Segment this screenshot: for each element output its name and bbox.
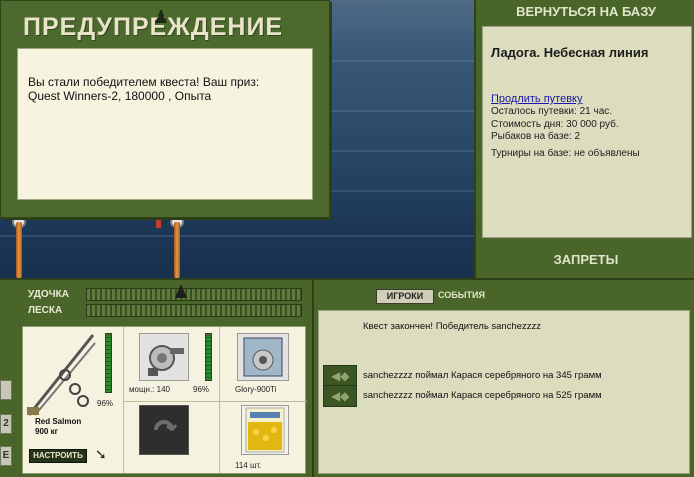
tension-pointer-icon bbox=[175, 284, 187, 298]
rod-tension-meter bbox=[86, 288, 302, 301]
event-text: sanchezzzz поймал Карася серебряного на … bbox=[363, 390, 602, 401]
bait-icon[interactable] bbox=[241, 405, 289, 455]
quest-finished-message: Квест закончен! Победитель sanchezzzz bbox=[363, 321, 542, 332]
list-item: ◀◆ sanchezzzz поймал Карася серебряного … bbox=[323, 365, 683, 388]
base-info-box: Ладога. Небесная линия Продлить путевку … bbox=[482, 26, 692, 238]
base-name: Ладога. Небесная линия bbox=[491, 45, 649, 60]
rod-left[interactable] bbox=[16, 222, 22, 278]
bait-count: 114 шт. bbox=[235, 461, 262, 470]
dialog-message-line2: Quest Winners-2, 180000 , Опыта bbox=[28, 89, 212, 103]
rod-name: Red Salmon bbox=[35, 417, 82, 426]
tune-button[interactable]: НАСТРОИТЬ bbox=[29, 449, 87, 463]
fish-icon: ◀◆ bbox=[323, 385, 357, 407]
rod-durability: 96% bbox=[97, 399, 114, 408]
events-list: Квест закончен! Победитель sanchezzzz ◀◆… bbox=[318, 310, 690, 474]
tackle-grid: 96% Red Salmon 900 кг НАСТРОИТЬ ➘ мощн.:… bbox=[22, 326, 307, 474]
permit-time-left: Осталось путевки: 21 час. bbox=[491, 106, 613, 117]
hook-icon[interactable] bbox=[139, 405, 189, 455]
rod-weight: 900 кг bbox=[35, 427, 58, 436]
rod-tension-label: УДОЧКА bbox=[28, 289, 69, 300]
reel-durability: 96% bbox=[193, 385, 210, 394]
edge-tab-2[interactable]: 2 bbox=[0, 414, 12, 434]
reel-icon[interactable] bbox=[139, 333, 189, 381]
warning-dialog: ПРЕДУПРЕЖДЕНИЕ ♟ Вы стали победителем кв… bbox=[0, 0, 330, 218]
fishing-rod-icon[interactable] bbox=[25, 331, 97, 417]
fish-icon: ◀◆ bbox=[323, 365, 357, 387]
tournaments-status: Турниры на базе: не объявлены bbox=[491, 147, 640, 159]
reel-power: мощн.: 140 bbox=[129, 385, 170, 394]
tackle-panel: 2 Е УДОЧКА ЛЕСКА 96% Red Salmon 900 кг Н… bbox=[0, 278, 312, 477]
rod-durability-bar bbox=[105, 333, 112, 393]
extend-permit-link[interactable]: Продлить путевку bbox=[491, 93, 683, 105]
base-info-panel: ВЕРНУТЬСЯ НА БАЗУ Ладога. Небесная линия… bbox=[474, 0, 694, 278]
arrow-icon[interactable]: ➘ bbox=[95, 447, 107, 463]
line-tension-meter bbox=[86, 304, 302, 317]
line-name: Glory-900Ti bbox=[235, 385, 277, 394]
anglers-count: Рыбаков на базе: 2 bbox=[491, 131, 581, 142]
event-text: sanchezzzz поймал Карася серебряного на … bbox=[363, 370, 602, 381]
day-cost: Стоимость дня: 30 000 руб. bbox=[491, 118, 619, 130]
wave bbox=[0, 235, 474, 237]
edge-tab[interactable] bbox=[0, 380, 12, 400]
tab-players[interactable]: ИГРОКИ bbox=[376, 289, 434, 304]
rod-marker bbox=[156, 220, 161, 228]
tab-events[interactable]: СОБЫТИЯ bbox=[438, 290, 485, 300]
list-item: ◀◆ sanchezzzz поймал Карася серебряного … bbox=[323, 385, 683, 408]
edge-tab-e[interactable]: Е bbox=[0, 446, 12, 466]
back-to-base-button[interactable]: ВЕРНУТЬСЯ НА БАЗУ bbox=[476, 2, 694, 22]
events-panel: ИГРОКИ СОБЫТИЯ Квест закончен! Победител… bbox=[312, 278, 694, 477]
bans-button[interactable]: ЗАПРЕТЫ bbox=[476, 250, 694, 270]
rod-right[interactable] bbox=[174, 222, 180, 278]
dialog-message: Вы стали победителем квеста! Ваш приз: Q… bbox=[17, 48, 313, 200]
dialog-message-line1: Вы стали победителем квеста! Ваш приз: bbox=[28, 75, 260, 89]
reel-durability-bar bbox=[205, 333, 212, 381]
line-tension-label: ЛЕСКА bbox=[28, 305, 63, 316]
fisherman-icon: ♟ bbox=[153, 7, 170, 28]
fishing-line-icon[interactable] bbox=[237, 333, 289, 381]
